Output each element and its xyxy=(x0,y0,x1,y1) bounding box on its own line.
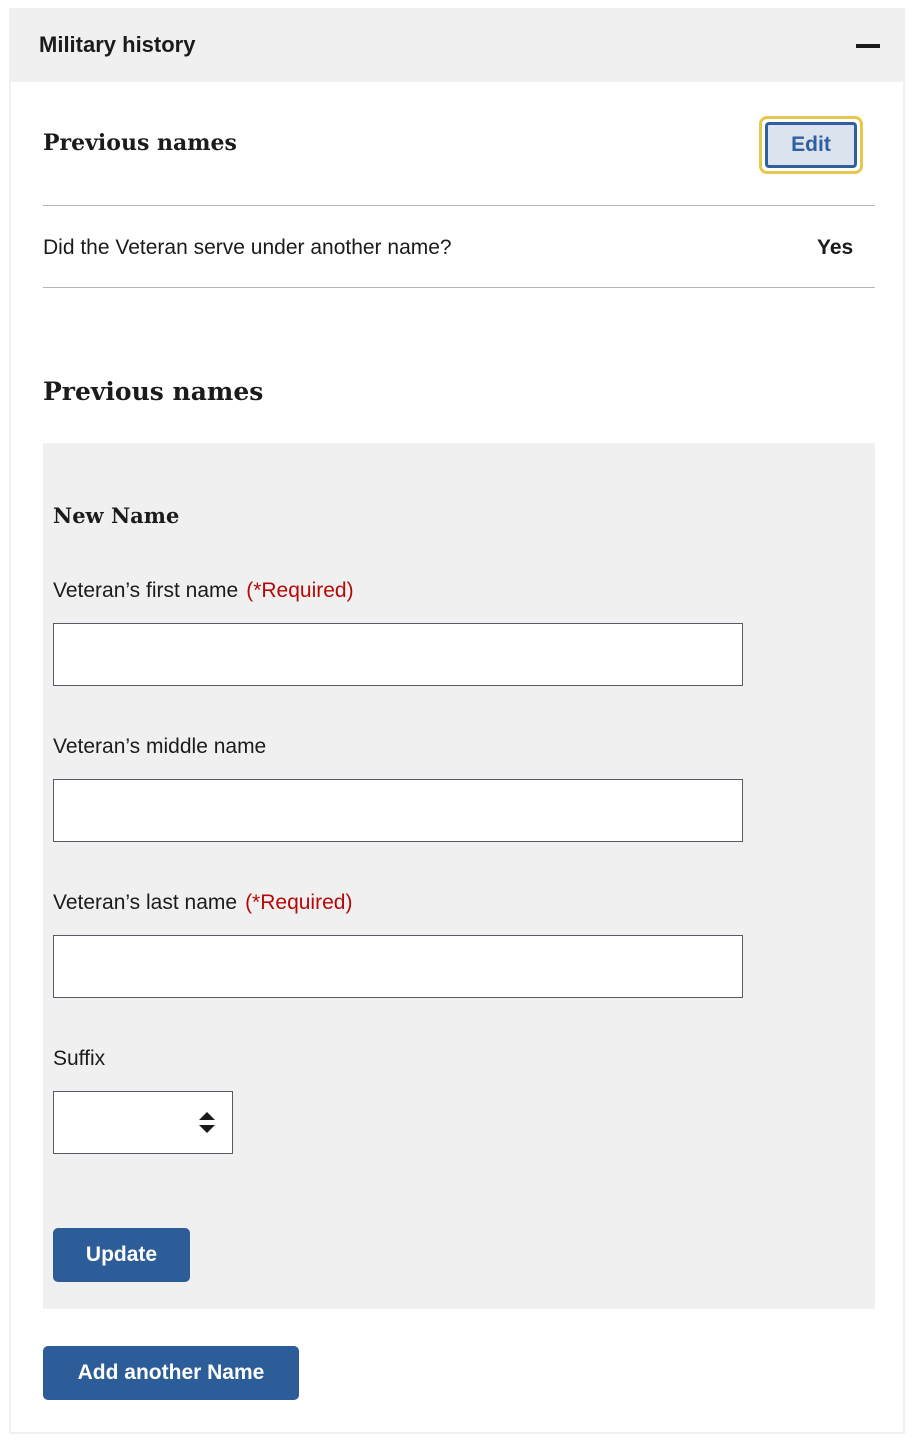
suffix-select[interactable] xyxy=(53,1091,233,1154)
review-section-heading: Previous names xyxy=(43,130,237,156)
sort-arrows-icon xyxy=(199,1112,215,1133)
first-name-input[interactable] xyxy=(53,623,743,686)
divider xyxy=(43,205,875,206)
card-heading: New Name xyxy=(53,503,180,528)
military-history-accordion: Military history Previous names Edit Did… xyxy=(9,8,905,1434)
first-name-label: Veteran’s first name (*Required) xyxy=(53,579,354,603)
required-indicator: (*Required) xyxy=(246,579,354,602)
edit-button[interactable]: Edit xyxy=(759,116,863,174)
edit-button-label[interactable]: Edit xyxy=(765,122,857,168)
last-name-label: Veteran’s last name (*Required) xyxy=(53,891,352,915)
last-name-input[interactable] xyxy=(53,935,743,998)
add-another-name-button[interactable]: Add another Name xyxy=(43,1346,299,1400)
first-name-label-text: Veteran’s first name xyxy=(53,579,239,602)
form-section-heading: Previous names xyxy=(43,377,264,406)
last-name-label-text: Veteran’s last name xyxy=(53,891,238,914)
new-name-card: New Name Veteran’s first name (*Required)… xyxy=(43,443,875,1309)
review-answer: Yes xyxy=(817,236,854,259)
divider xyxy=(43,287,875,288)
accordion-header[interactable]: Military history xyxy=(11,10,903,82)
required-indicator: (*Required) xyxy=(245,891,353,914)
review-question: Did the Veteran serve under another name… xyxy=(43,236,452,259)
update-button[interactable]: Update xyxy=(53,1228,190,1282)
suffix-label: Suffix xyxy=(53,1047,106,1070)
minus-icon[interactable] xyxy=(856,44,880,48)
middle-name-label: Veteran’s middle name xyxy=(53,735,267,758)
middle-name-input[interactable] xyxy=(53,779,743,842)
accordion-title: Military history xyxy=(39,32,196,57)
